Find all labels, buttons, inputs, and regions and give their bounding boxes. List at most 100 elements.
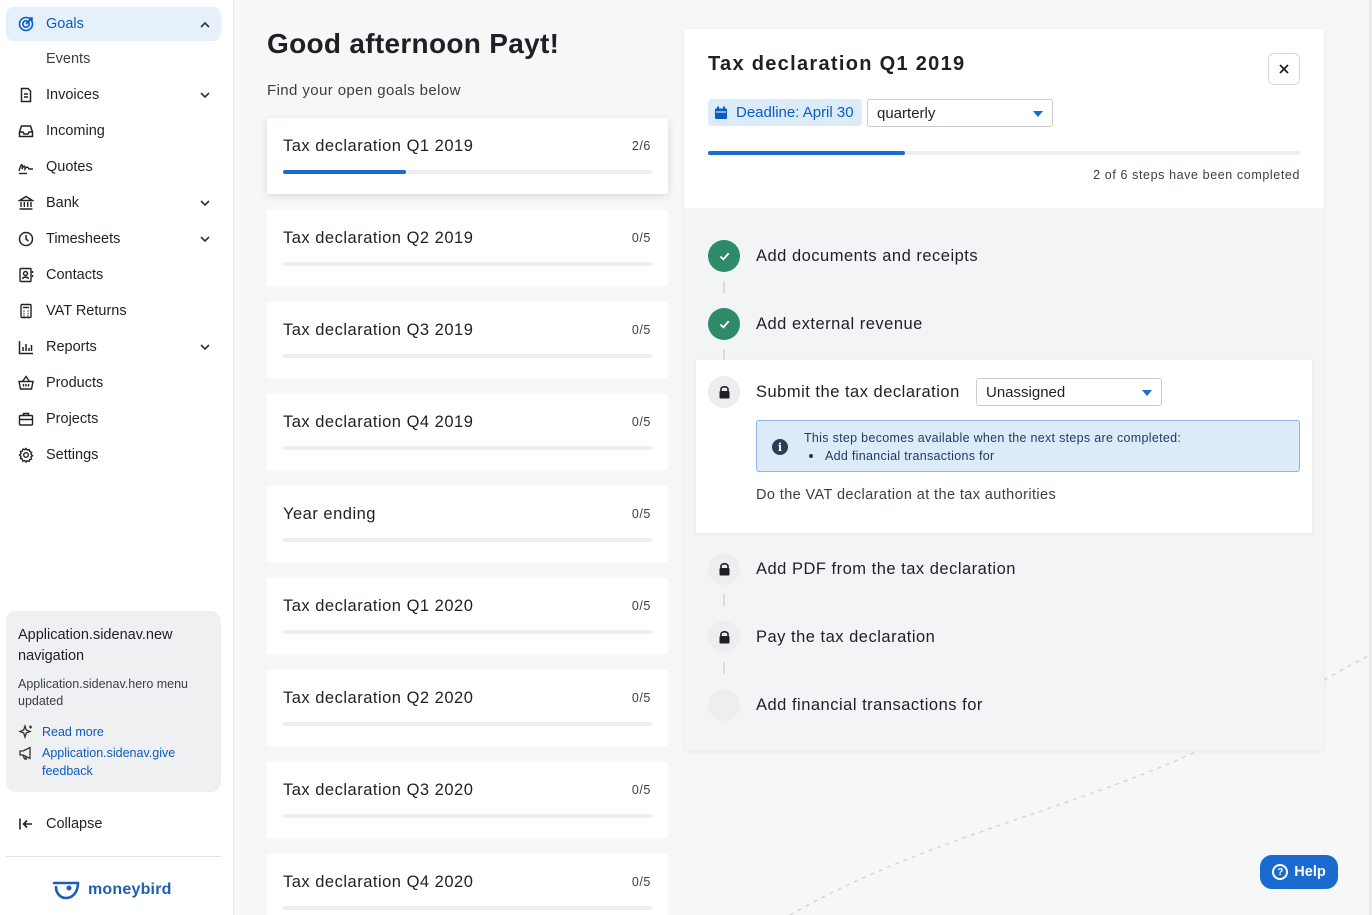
step-pending-indicator — [708, 689, 740, 721]
sidebar-item-label: Bank — [46, 195, 80, 211]
read-more-link[interactable]: Read more — [18, 723, 209, 741]
bullet-dot — [809, 454, 813, 458]
frequency-select[interactable]: quarterly — [867, 99, 1053, 127]
close-button[interactable] — [1268, 53, 1300, 85]
deadline-label: Deadline: April 30 — [736, 104, 854, 121]
page-title: Good afternoon Payt! — [267, 28, 560, 59]
sidebar-item-projects[interactable]: Projects — [6, 401, 221, 437]
moneybird-logo[interactable]: moneybird — [52, 879, 172, 901]
step-connector — [723, 662, 725, 674]
sidebar-item-vat-returns[interactable]: VAT Returns — [6, 293, 221, 329]
gear-icon — [18, 447, 34, 463]
goal-progress-fill — [283, 170, 406, 174]
page-subtitle: Find your open goals below — [267, 82, 461, 99]
step-label[interactable]: Pay the tax declaration — [756, 628, 935, 647]
goal-card[interactable]: Year ending 0/5 — [267, 486, 668, 562]
sidebar-item-settings[interactable]: Settings — [6, 437, 221, 473]
goal-progress-bar — [283, 906, 652, 910]
goal-card[interactable]: Tax declaration Q4 2019 0/5 — [267, 394, 668, 470]
goal-card[interactable]: Tax declaration Q2 2019 0/5 — [267, 210, 668, 286]
sidebar-item-products[interactable]: Products — [6, 365, 221, 401]
sidebar-item-label: Products — [46, 375, 104, 391]
calculator-icon — [18, 303, 34, 319]
goal-name: Year ending — [283, 505, 376, 523]
frequency-value: quarterly — [877, 104, 936, 122]
sidebar-item-contacts[interactable]: Contacts — [6, 257, 221, 293]
bank-icon — [18, 195, 34, 211]
sidebar-item-invoices[interactable]: Invoices — [6, 77, 221, 113]
goal-name: Tax declaration Q3 2019 — [283, 321, 474, 339]
goal-card[interactable]: Tax declaration Q1 2020 0/5 — [267, 578, 668, 654]
briefcase-icon — [18, 411, 34, 427]
check-icon — [719, 252, 729, 261]
give-feedback-link[interactable]: Application.sidenav.give feedback — [18, 744, 209, 780]
goal-progress-bar — [708, 151, 1300, 155]
goal-step-count: 0/5 — [631, 323, 651, 337]
step-connector — [723, 281, 725, 293]
step-label[interactable]: Add documents and receipts — [756, 247, 978, 266]
sidebar-item-timesheets[interactable]: Timesheets — [6, 221, 221, 257]
goal-progress-bar — [283, 354, 652, 358]
goal-name: Tax declaration Q2 2019 — [283, 229, 474, 247]
goal-step-count: 0/5 — [631, 415, 651, 429]
step-done-indicator — [708, 240, 740, 272]
goal-step-count: 0/5 — [631, 783, 651, 797]
bird-logo-icon — [52, 881, 80, 900]
step-label[interactable]: Add PDF from the tax declaration — [756, 560, 1016, 579]
collapse-sidebar-button[interactable]: Collapse — [6, 806, 221, 842]
goal-detail-header: Tax declaration Q1 2019 Deadline: April … — [684, 29, 1324, 208]
step-locked-indicator — [708, 376, 740, 408]
sidebar-divider — [6, 856, 221, 857]
step-label: Submit the tax declaration — [756, 383, 960, 401]
goal-step-count: 2/6 — [631, 139, 651, 153]
goal-card[interactable]: Tax declaration Q1 2019 2/6 — [267, 118, 668, 194]
goal-list: Tax declaration Q1 2019 2/6 Tax declaratio… — [267, 118, 668, 915]
goal-progress-bar — [283, 722, 652, 726]
sidebar-item-label: Invoices — [46, 87, 100, 103]
help-button[interactable]: ? Help — [1260, 855, 1338, 889]
goal-card[interactable]: Tax declaration Q4 2020 0/5 — [267, 854, 668, 915]
check-icon — [719, 320, 729, 329]
step-description: Do the VAT declaration at the tax author… — [756, 487, 1057, 503]
sidebar-item-reports[interactable]: Reports — [6, 329, 221, 365]
goal-card[interactable]: Tax declaration Q3 2020 0/5 — [267, 762, 668, 838]
inbox-icon — [18, 123, 34, 139]
goal-progress-fill — [708, 151, 906, 155]
help-label: Help — [1294, 864, 1326, 880]
sidebar: Goals Events Invoices Incoming Quotes Ba… — [0, 0, 234, 915]
chevron-up-icon — [200, 21, 210, 28]
goal-step-count: 0/5 — [631, 507, 651, 521]
step-locked-indicator — [708, 553, 740, 585]
goal-card[interactable]: Tax declaration Q3 2019 0/5 — [267, 302, 668, 378]
sidebar-item-bank[interactable]: Bank — [6, 185, 221, 221]
deadline-badge[interactable]: Deadline: April 30 — [708, 99, 862, 126]
sidebar-item-label: VAT Returns — [46, 303, 127, 319]
sidebar-item-label: Events — [46, 51, 91, 67]
clock-icon — [18, 231, 34, 247]
goal-progress-bar — [283, 170, 652, 174]
chevron-down-icon — [200, 200, 210, 207]
collapse-label: Collapse — [46, 816, 103, 832]
sidebar-item-incoming[interactable]: Incoming — [6, 113, 221, 149]
target-icon — [18, 16, 34, 32]
close-icon — [1279, 64, 1289, 74]
lock-icon — [719, 563, 729, 576]
sidebar-nav: Goals Events Invoices Incoming Quotes Ba… — [6, 7, 221, 473]
goal-card[interactable]: Tax declaration Q2 2020 0/5 — [267, 670, 668, 746]
step-connector — [723, 594, 725, 606]
lock-icon — [719, 386, 729, 399]
assignee-select[interactable]: Unassigned — [976, 378, 1162, 406]
sidebar-item-events[interactable]: Events — [6, 41, 221, 77]
goal-step-count: 0/5 — [631, 691, 651, 705]
caret-down-icon — [1142, 390, 1152, 396]
goal-name: Tax declaration Q3 2020 — [283, 781, 474, 799]
goal-step-count: 0/5 — [631, 875, 651, 889]
goal-name: Tax declaration Q1 2020 — [283, 597, 474, 615]
new-navigation-promo: Application.sidenav.new navigation Appli… — [6, 611, 221, 792]
sidebar-item-goals[interactable]: Goals — [6, 7, 221, 41]
step-label[interactable]: Add financial transactions for — [756, 696, 983, 715]
chevron-down-icon — [200, 236, 210, 243]
step-label[interactable]: Add external revenue — [756, 315, 923, 334]
sidebar-item-quotes[interactable]: Quotes — [6, 149, 221, 185]
give-feedback-label: Application.sidenav.give feedback — [42, 746, 176, 778]
